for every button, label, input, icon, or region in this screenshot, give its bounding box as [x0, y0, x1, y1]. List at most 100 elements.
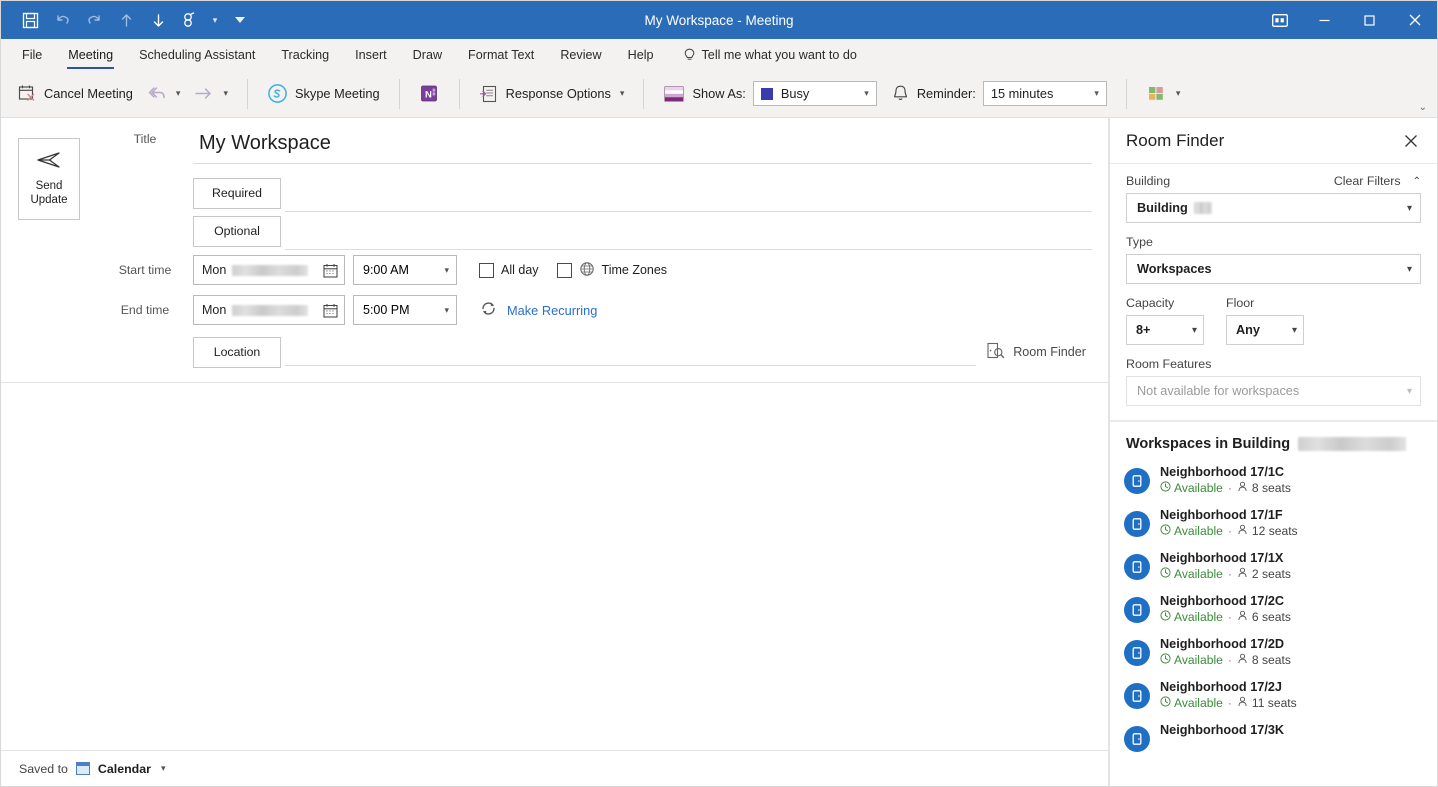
tab-help[interactable]: Help: [615, 40, 667, 70]
availability-label: Available: [1174, 610, 1223, 624]
meeting-notes-button[interactable]: N: [412, 78, 447, 109]
all-day-checkbox-group[interactable]: All day: [479, 262, 539, 278]
response-options-button[interactable]: Response Options ▾: [472, 79, 632, 109]
collapse-ribbon-icon[interactable]: ⌄: [1419, 102, 1427, 113]
cancel-meeting-button[interactable]: Cancel Meeting: [11, 79, 140, 108]
maximize-button[interactable]: [1347, 1, 1392, 39]
skype-meeting-button[interactable]: Skype Meeting: [260, 78, 387, 109]
workspace-info: Neighborhood 17/2D Available · 8 seats: [1160, 637, 1291, 667]
meeting-form: Send Update Title My Workspace Required: [1, 118, 1108, 374]
workspace-icon: [1124, 640, 1150, 666]
location-input[interactable]: [285, 338, 977, 366]
workspace-info: Neighborhood 17/1X Available · 2 seats: [1160, 551, 1291, 581]
tab-draw[interactable]: Draw: [400, 40, 455, 70]
building-label: Building: [1126, 174, 1171, 188]
building-dropdown[interactable]: Building ▾: [1126, 193, 1421, 223]
time-zones-checkbox-group[interactable]: Time Zones: [556, 261, 667, 280]
reply-icon: [147, 85, 167, 102]
next-item-icon[interactable]: [143, 6, 173, 34]
meeting-body-input[interactable]: [1, 383, 1108, 750]
workspace-icon: [1124, 468, 1150, 494]
chevron-up-icon[interactable]: ⌃: [1413, 176, 1421, 187]
room-finder-button[interactable]: Room Finder: [986, 341, 1092, 363]
categorize-dropdown-icon[interactable]: ▾: [1176, 88, 1181, 99]
start-date-input[interactable]: Mon: [193, 255, 345, 285]
tab-meeting[interactable]: Meeting: [55, 40, 126, 70]
link-dropdown-icon[interactable]: ▾: [207, 6, 223, 34]
workspace-meta: Available · 8 seats: [1160, 653, 1291, 667]
title-bar: ▾ My Workspace - Meeting: [1, 1, 1437, 39]
start-time-input[interactable]: 9:00 AM ▾: [353, 255, 457, 285]
title-input[interactable]: My Workspace: [193, 132, 1092, 164]
end-date-input[interactable]: Mon: [193, 295, 345, 325]
tab-review[interactable]: Review: [547, 40, 614, 70]
meta-separator: ·: [1227, 653, 1232, 667]
end-time-input[interactable]: 5:00 PM ▾: [353, 295, 457, 325]
location-button[interactable]: Location: [193, 336, 281, 368]
tab-scheduling-assistant[interactable]: Scheduling Assistant: [126, 40, 268, 70]
type-dropdown[interactable]: Workspaces ▾: [1126, 254, 1421, 284]
forward-button[interactable]: ▾: [187, 80, 235, 107]
close-button[interactable]: [1392, 1, 1437, 39]
optional-attendees-input[interactable]: [285, 212, 1092, 250]
floor-dropdown[interactable]: Any ▾: [1226, 315, 1304, 345]
forward-dropdown-icon[interactable]: ▾: [223, 88, 228, 99]
customize-quick-access-icon[interactable]: [225, 6, 255, 34]
calendar-picker-icon[interactable]: [323, 263, 338, 278]
reply-dropdown-icon[interactable]: ▾: [176, 88, 181, 99]
make-recurring-button[interactable]: Make Recurring: [479, 299, 597, 321]
bell-icon: [891, 84, 910, 103]
recurring-icon: [479, 299, 498, 321]
clear-filters-button[interactable]: Clear Filters: [1334, 174, 1401, 188]
all-day-checkbox[interactable]: [479, 262, 494, 278]
workspace-info: Neighborhood 17/2C Available · 6 seats: [1160, 594, 1291, 624]
categorize-button[interactable]: ▾: [1139, 79, 1188, 108]
reminder-value: 15 minutes: [990, 86, 1054, 101]
list-item[interactable]: Neighborhood 17/2C Available · 6 seats: [1124, 589, 1427, 632]
seats-label: 8 seats: [1251, 653, 1291, 667]
ribbon-display-options-icon[interactable]: [1258, 1, 1302, 39]
redo-icon[interactable]: [79, 6, 109, 34]
workspace-meta: Available · 2 seats: [1160, 567, 1291, 581]
time-zones-checkbox[interactable]: [556, 262, 572, 278]
tab-file[interactable]: File: [9, 40, 55, 70]
close-icon[interactable]: [1399, 129, 1423, 153]
link-icon[interactable]: [175, 6, 205, 34]
workspace-name: Neighborhood 17/2D: [1160, 637, 1285, 651]
seats-label: 6 seats: [1251, 610, 1291, 624]
minimize-button[interactable]: [1302, 1, 1347, 39]
undo-icon[interactable]: [47, 6, 77, 34]
list-item[interactable]: Neighborhood 17/1X Available · 2 seats: [1124, 546, 1427, 589]
tab-tracking[interactable]: Tracking: [268, 40, 342, 70]
tell-me-search[interactable]: Tell me what you want to do: [673, 40, 867, 70]
optional-attendees-button[interactable]: Optional: [193, 215, 281, 247]
required-attendees-button[interactable]: Required: [193, 177, 281, 209]
building-value-redacted: [1193, 202, 1212, 214]
save-icon[interactable]: [15, 6, 45, 34]
list-item[interactable]: Neighborhood 17/3K: [1124, 718, 1427, 761]
type-label: Type: [1126, 235, 1153, 249]
list-item[interactable]: Neighborhood 17/1F Available · 12 seats: [1124, 503, 1427, 546]
calendar-dropdown-icon[interactable]: ▾: [161, 763, 166, 774]
tab-insert[interactable]: Insert: [342, 40, 400, 70]
required-attendees-input[interactable]: [285, 174, 1092, 212]
tab-format-text[interactable]: Format Text: [455, 40, 547, 70]
meta-separator: ·: [1227, 567, 1232, 581]
list-item[interactable]: Neighborhood 17/2D Available · 8 seats: [1124, 632, 1427, 675]
list-item[interactable]: Neighborhood 17/1C Available · 8 seats: [1124, 460, 1427, 503]
capacity-dropdown[interactable]: 8+ ▾: [1126, 315, 1204, 345]
forward-arrow-icon: [194, 85, 214, 102]
reminder-dropdown[interactable]: 15 minutes ▾: [982, 81, 1107, 106]
list-item[interactable]: Neighborhood 17/2J Available · 11 seats: [1124, 675, 1427, 718]
previous-item-icon[interactable]: [111, 6, 141, 34]
response-options-dropdown-icon[interactable]: ▾: [620, 88, 625, 99]
title-row: Title My Workspace: [97, 132, 1092, 174]
ribbon-group-options: Show As: Busy ▾ Reminder: 15 minutes ▾: [656, 76, 1113, 111]
floor-value: Any: [1236, 323, 1260, 337]
ribbon-group-actions: Cancel Meeting ▾ ▾: [11, 79, 235, 108]
reply-button[interactable]: ▾: [140, 80, 188, 107]
show-as-dropdown[interactable]: Busy ▾: [752, 81, 877, 106]
workspaces-list[interactable]: Neighborhood 17/1C Available · 8 seats N…: [1110, 460, 1437, 786]
calendar-picker-icon[interactable]: [323, 303, 338, 318]
send-update-button[interactable]: Send Update: [18, 138, 80, 220]
